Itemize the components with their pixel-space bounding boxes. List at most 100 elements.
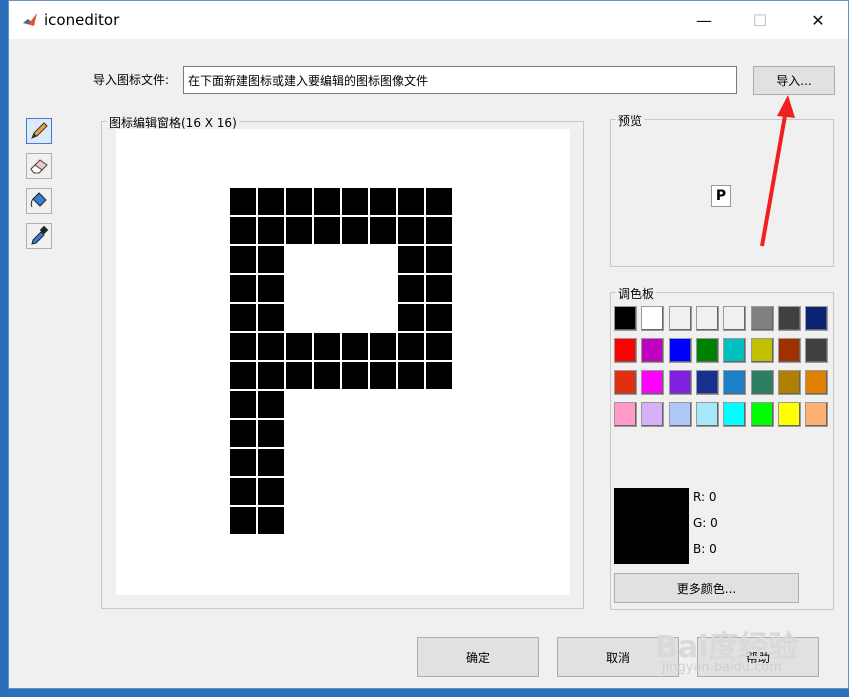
pixel-cell[interactable] [285,303,313,332]
pixel-cell[interactable] [341,187,369,216]
eraser-tool[interactable] [26,153,52,179]
eyedropper-tool[interactable] [26,223,52,249]
import-file-field[interactable]: 在下面新建图标或建入要编辑的图标图像文件 [183,66,737,94]
color-swatch[interactable] [668,338,692,363]
pixel-cell[interactable] [257,245,285,274]
color-swatch[interactable] [750,402,774,427]
color-swatch[interactable] [695,338,719,363]
pixel-cell[interactable] [285,332,313,361]
pixel-cell[interactable] [397,245,425,274]
color-swatch[interactable] [750,306,774,331]
color-swatch[interactable] [668,402,692,427]
icon-edit-canvas[interactable] [116,129,570,595]
color-swatch[interactable] [641,370,665,395]
color-swatch[interactable] [668,306,692,331]
pixel-cell[interactable] [229,506,257,535]
color-swatch[interactable] [805,338,829,363]
pixel-cell[interactable] [257,477,285,506]
pixel-cell[interactable] [425,303,453,332]
color-swatch[interactable] [723,306,747,331]
pixel-cell[interactable] [425,506,453,535]
pixel-cell[interactable] [313,506,341,535]
pixel-cell[interactable] [229,448,257,477]
pixel-cell[interactable] [425,361,453,390]
pixel-cell[interactable] [425,332,453,361]
pixel-cell[interactable] [285,477,313,506]
pixel-cell[interactable] [397,506,425,535]
color-swatch[interactable] [805,402,829,427]
color-swatch[interactable] [695,306,719,331]
pixel-cell[interactable] [257,187,285,216]
pixel-cell[interactable] [397,332,425,361]
pixel-cell[interactable] [369,390,397,419]
pixel-cell[interactable] [397,187,425,216]
color-swatch[interactable] [723,370,747,395]
pixel-cell[interactable] [425,216,453,245]
pencil-tool[interactable] [26,118,52,144]
pixel-cell[interactable] [257,361,285,390]
color-swatch[interactable] [695,402,719,427]
color-swatch[interactable] [668,370,692,395]
pixel-cell[interactable] [285,274,313,303]
color-swatch[interactable] [614,306,637,331]
pixel-cell[interactable] [425,245,453,274]
ok-button[interactable]: 确定 [417,637,539,677]
more-colors-button[interactable]: 更多颜色... [614,573,799,603]
color-swatch[interactable] [805,370,829,395]
close-button[interactable]: ✕ [795,1,841,39]
pixel-cell[interactable] [313,419,341,448]
pixel-cell[interactable] [397,390,425,419]
color-swatch[interactable] [777,338,801,363]
color-swatch[interactable] [777,370,801,395]
fill-tool[interactable] [26,188,52,214]
pixel-cell[interactable] [397,448,425,477]
pixel-cell[interactable] [341,303,369,332]
pixel-cell[interactable] [257,506,285,535]
pixel-cell[interactable] [369,448,397,477]
pixel-cell[interactable] [229,303,257,332]
pixel-cell[interactable] [341,448,369,477]
pixel-cell[interactable] [229,390,257,419]
pixel-cell[interactable] [341,361,369,390]
pixel-cell[interactable] [369,245,397,274]
pixel-cell[interactable] [341,274,369,303]
pixel-cell[interactable] [285,390,313,419]
pixel-cell[interactable] [369,216,397,245]
pixel-cell[interactable] [257,390,285,419]
pixel-cell[interactable] [313,477,341,506]
pixel-cell[interactable] [397,216,425,245]
color-swatch[interactable] [750,338,774,363]
pixel-cell[interactable] [313,274,341,303]
pixel-cell[interactable] [425,477,453,506]
pixel-cell[interactable] [369,506,397,535]
color-swatch[interactable] [614,338,637,363]
color-swatch[interactable] [723,402,747,427]
pixel-cell[interactable] [229,216,257,245]
pixel-cell[interactable] [313,332,341,361]
pixel-cell[interactable] [397,274,425,303]
import-button[interactable]: 导入... [753,66,835,95]
pixel-cell[interactable] [285,216,313,245]
pixel-cell[interactable] [341,245,369,274]
pixel-cell[interactable] [369,187,397,216]
pixel-cell[interactable] [313,390,341,419]
pixel-cell[interactable] [397,361,425,390]
pixel-cell[interactable] [229,187,257,216]
pixel-cell[interactable] [369,477,397,506]
pixel-cell[interactable] [425,187,453,216]
pixel-cell[interactable] [369,361,397,390]
color-swatch[interactable] [641,306,665,331]
pixel-cell[interactable] [257,303,285,332]
pixel-cell[interactable] [313,448,341,477]
pixel-cell[interactable] [257,419,285,448]
color-swatch[interactable] [641,402,665,427]
pixel-cell[interactable] [425,448,453,477]
pixel-cell[interactable] [341,419,369,448]
pixel-cell[interactable] [313,216,341,245]
pixel-cell[interactable] [285,448,313,477]
pixel-cell[interactable] [341,216,369,245]
color-swatch[interactable] [777,402,801,427]
pixel-cell[interactable] [229,332,257,361]
pixel-cell[interactable] [425,419,453,448]
pixel-cell[interactable] [257,216,285,245]
